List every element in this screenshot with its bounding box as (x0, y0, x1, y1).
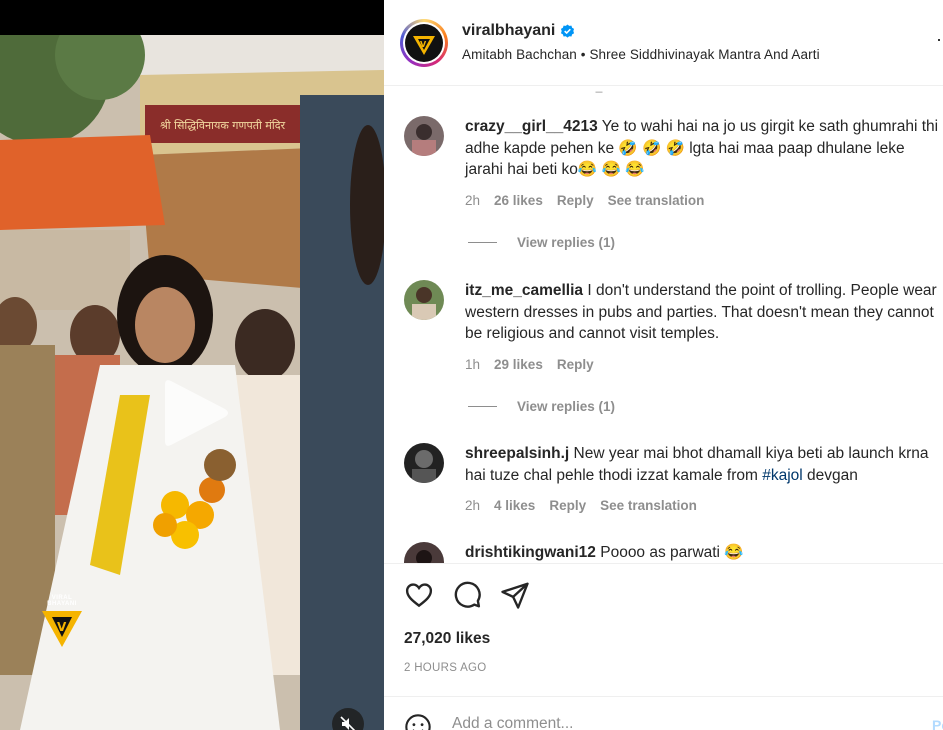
comment-likes[interactable]: 4 likes (494, 498, 535, 513)
post-header: V viralbhayani Amitabh Bachchan • Shree … (384, 0, 943, 86)
replies-line (468, 242, 497, 243)
watermark-logo-icon: V (42, 611, 82, 647)
comment-likes[interactable]: 29 likes (494, 357, 543, 372)
post-timestamp[interactable]: 2 HOURS AGO (404, 662, 487, 674)
view-replies-label[interactable]: View replies (1) (517, 235, 615, 250)
audio-track-link[interactable]: Amitabh Bachchan • Shree Siddhivinayak M… (462, 47, 820, 62)
comment-likes[interactable]: 26 likes (494, 193, 543, 208)
share-icon[interactable] (500, 580, 530, 610)
video-player[interactable]: श्री सिद्धिविनायक गणपती मंदिर VIRAL BHAY… (0, 35, 384, 730)
comment-text: Poooo as parwati 😂 (600, 544, 744, 561)
comment-text-block: drishtikingwani12 Poooo as parwati 😂 (465, 542, 940, 563)
likes-count[interactable]: 27,020 likes (404, 630, 490, 648)
emoji-icon[interactable] (404, 713, 432, 730)
video-watermark: VIRAL BHAYANI V (38, 595, 86, 654)
commenter-avatar[interactable] (404, 542, 444, 563)
comment-text-block: crazy__girl__4213 Ye to wahi hai na jo u… (465, 116, 940, 181)
add-comment-bar: Post (384, 696, 943, 730)
comment-icon[interactable] (452, 580, 482, 610)
clipped-emoji: ˙̲ (595, 87, 615, 93)
comment-input[interactable] (452, 715, 912, 730)
author-avatar[interactable]: V (400, 19, 448, 67)
viralbhayani-logo-icon: V (408, 27, 440, 59)
svg-text:V: V (420, 40, 427, 49)
hashtag-link[interactable]: #kajol (762, 467, 803, 484)
comment-meta: 1h 29 likes Reply (465, 357, 594, 372)
reply-button[interactable]: Reply (549, 498, 586, 513)
commenter-username[interactable]: drishtikingwani12 (465, 544, 596, 561)
comment-time: 2h (465, 193, 481, 208)
post-comment-button[interactable]: Post (932, 717, 943, 730)
commenter-avatar[interactable] (404, 443, 444, 483)
commenter-username[interactable]: itz_me_camellia (465, 282, 583, 299)
see-translation-button[interactable]: See translation (608, 193, 705, 208)
replies-line (468, 406, 497, 407)
svg-text:V: V (57, 620, 67, 634)
comment-meta: 2h 26 likes Reply See translation (465, 193, 704, 208)
post-actions: 27,020 likes 2 HOURS AGO (384, 563, 943, 703)
comment-text-block: shreepalsinh.j New year mai bhot dhamall… (465, 443, 940, 486)
more-dots-icon[interactable]: ⋯ (936, 30, 943, 51)
verified-badge-icon (561, 23, 575, 38)
author-username[interactable]: viralbhayani (462, 22, 575, 40)
commenter-avatar[interactable] (404, 116, 444, 156)
post-media: श्री सिद्धिविनायक गणपती मंदिर VIRAL BHAY… (0, 0, 384, 730)
comment-time: 1h (465, 357, 481, 372)
view-replies-button[interactable]: View replies (1) (468, 399, 615, 414)
comment-meta: 2h 4 likes Reply See translation (465, 498, 697, 513)
comments-list: ˙̲ crazy__girl__4213 Ye to wahi hai na j… (384, 87, 943, 563)
comment-text-end: devgan (802, 466, 858, 484)
reply-button[interactable]: Reply (557, 357, 594, 372)
post-panel: V viralbhayani Amitabh Bachchan • Shree … (384, 0, 943, 730)
watermark-text: VIRAL BHAYANI (47, 595, 77, 607)
play-icon[interactable] (155, 373, 235, 453)
comment-text-block: itz_me_camellia I don't understand the p… (465, 280, 940, 345)
commenter-username[interactable]: shreepalsinh.j (465, 445, 569, 462)
temple-sign: श्री सिद्धिविनायक गणपती मंदिर (160, 119, 286, 132)
view-replies-label[interactable]: View replies (1) (517, 399, 615, 414)
commenter-avatar[interactable] (404, 280, 444, 320)
author-username-text[interactable]: viralbhayani (462, 22, 555, 40)
see-translation-button[interactable]: See translation (600, 498, 697, 513)
reply-button[interactable]: Reply (557, 193, 594, 208)
heart-icon[interactable] (404, 580, 434, 610)
view-replies-button[interactable]: View replies (1) (468, 235, 615, 250)
commenter-username[interactable]: crazy__girl__4213 (465, 118, 598, 135)
comment-time: 2h (465, 498, 481, 513)
